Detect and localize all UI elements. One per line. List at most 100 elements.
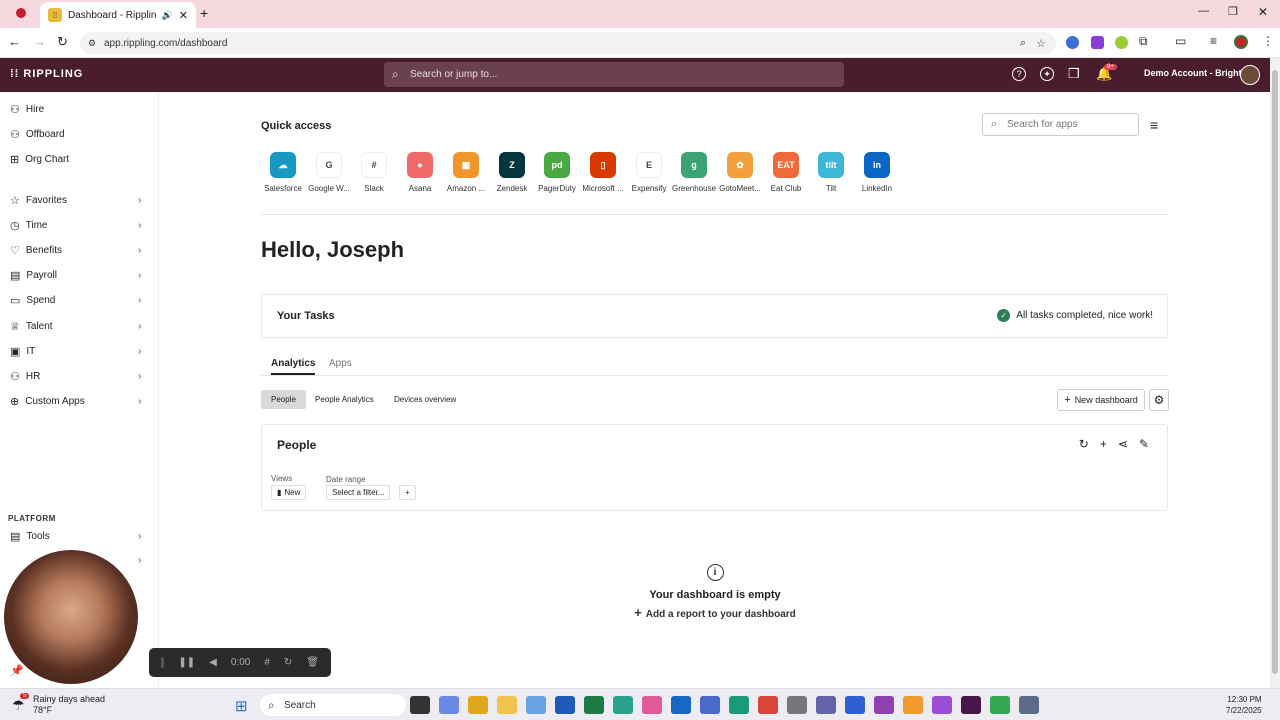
date-range-select[interactable]: Select a filter... <box>326 485 391 500</box>
forward-icon[interactable]: → <box>33 34 46 49</box>
copilot-icon[interactable] <box>439 696 459 714</box>
quick-access-app[interactable]: g Greenhouse <box>672 152 716 193</box>
sidebar-item-custom-apps[interactable]: ⊕ Custom Apps › <box>10 392 141 410</box>
quick-access-app[interactable]: tilt Tilt <box>809 152 853 193</box>
quick-access-app[interactable]: E Expensify <box>627 152 671 193</box>
address-bar[interactable]: ⚙ app.rippling.com/dashboard ⌕ ☆ <box>80 32 1056 54</box>
share-icon[interactable]: ⋖ <box>1118 437 1128 451</box>
browser-menu-icon[interactable]: ⋮ <box>1262 34 1274 48</box>
excel-icon[interactable] <box>584 696 604 714</box>
tab-analytics[interactable]: Analytics <box>271 358 316 375</box>
quick-access-app[interactable]: Z Zendesk <box>490 152 534 193</box>
sidebar-item-tools[interactable]: ▤ Tools › <box>10 527 141 545</box>
sidebar-item-org-chart[interactable]: ⊞ Org Chart <box>10 150 69 168</box>
pause-icon[interactable]: ❚❚ <box>178 657 195 668</box>
slack-icon[interactable] <box>961 696 981 714</box>
quick-access-app[interactable]: # Slack <box>352 152 396 193</box>
app-search-input[interactable]: ⌕ Search for apps <box>982 113 1139 136</box>
scrollbar-thumb[interactable] <box>1272 70 1278 674</box>
vscode-icon[interactable] <box>526 696 546 714</box>
quick-access-app[interactable]: ▯ Microsoft ... <box>581 152 625 193</box>
sidebar-item-offboard[interactable]: ⚇ Offboard <box>10 125 65 143</box>
new-tab-icon[interactable]: + <box>200 5 208 21</box>
app-pink-icon[interactable] <box>642 696 662 714</box>
close-window-icon[interactable]: ✕ <box>1258 5 1268 19</box>
taskbar-search[interactable]: ⌕ Search <box>260 694 406 716</box>
word-icon[interactable] <box>555 696 575 714</box>
subtab-people-analytics[interactable]: People Analytics <box>305 390 384 409</box>
back-icon[interactable]: ← <box>8 34 21 49</box>
quick-access-app[interactable]: pd PagerDuty <box>535 152 579 193</box>
global-search-input[interactable]: ⌕ Search or jump to... <box>384 62 844 87</box>
record-icon[interactable] <box>16 8 26 18</box>
grid-icon[interactable]: # <box>264 657 270 668</box>
new-view-button[interactable]: ▮ New <box>271 485 307 500</box>
refresh-icon[interactable]: ↻ <box>1079 437 1089 451</box>
quick-access-app[interactable]: ☁ Salesforce <box>261 152 305 193</box>
user-avatar[interactable] <box>1240 65 1260 85</box>
settings-app-icon[interactable] <box>700 696 720 714</box>
extension-meet-icon[interactable] <box>1091 36 1104 49</box>
quick-access-app[interactable]: ▦ Amazon ... <box>444 152 488 193</box>
chrome-active-icon[interactable] <box>990 696 1010 714</box>
sidebar-item-it[interactable]: ▣ IT › <box>10 342 141 360</box>
browser-tab[interactable]: ⁞⁞ Dashboard - Rippling 🔊 ✕ <box>40 2 196 28</box>
site-info-icon[interactable]: ⚙ <box>88 38 96 49</box>
sidebar-item-talent[interactable]: ♕ Talent › <box>10 317 141 335</box>
app-r-icon[interactable] <box>468 696 488 714</box>
sidebar-item-spend[interactable]: ▭ Spend › <box>10 291 141 309</box>
cast-icon[interactable]: ▭ <box>1175 34 1186 48</box>
quick-access-app[interactable]: in LinkedIn <box>855 152 899 193</box>
sidebar-item-time[interactable]: ◷ Time › <box>10 216 141 234</box>
chrome-icon[interactable] <box>758 696 778 714</box>
subtab-people[interactable]: People <box>261 390 306 409</box>
file-explorer-icon[interactable] <box>497 696 517 714</box>
app-orange-icon[interactable] <box>903 696 923 714</box>
chevron-right-icon[interactable]: › <box>138 555 141 566</box>
bookmark-star-icon[interactable]: ☆ <box>1036 37 1046 50</box>
outlook-icon[interactable] <box>671 696 691 714</box>
dashboard-settings-gear-icon[interactable]: ⚙ <box>1149 389 1169 411</box>
weather-widget[interactable]: Rainy days ahead 78°F <box>33 694 105 716</box>
onenote-icon[interactable] <box>874 696 894 714</box>
add-report-link[interactable]: + Add a report to your dashboard <box>580 605 850 620</box>
extension-pencil-icon[interactable] <box>1115 36 1128 49</box>
gear-settings-icon[interactable] <box>1019 696 1039 714</box>
pin-icon[interactable]: 📌 <box>10 664 24 677</box>
add-filter-plus-icon[interactable]: + <box>399 485 416 500</box>
app-purple-icon[interactable] <box>932 696 952 714</box>
restart-icon[interactable]: ↻ <box>284 657 292 668</box>
filter-icon[interactable]: ≡ <box>1150 117 1158 133</box>
minimize-icon[interactable]: — <box>1198 5 1209 17</box>
calculator-icon[interactable] <box>787 696 807 714</box>
account-switcher[interactable]: Demo Account - Bright ... <box>1144 68 1252 78</box>
zoom-icon[interactable]: ⌕ <box>1020 37 1026 50</box>
accessibility-icon[interactable]: ✦ <box>1040 67 1054 81</box>
edit-pencil-icon[interactable]: ✎ <box>1139 437 1149 451</box>
page-scrollbar[interactable] <box>1270 58 1280 688</box>
quick-access-app[interactable]: ● Asana <box>398 152 442 193</box>
restore-icon[interactable]: ❐ <box>1228 5 1238 18</box>
teams-icon[interactable] <box>816 696 836 714</box>
webcam-overlay[interactable] <box>4 550 138 684</box>
rewind-icon[interactable]: ◀ <box>209 657 217 668</box>
add-icon[interactable]: + <box>1100 437 1107 451</box>
sidebar-item-hr[interactable]: ⚇ HR › <box>10 367 141 385</box>
profile-icon[interactable] <box>1234 35 1248 49</box>
sidebar-item-benefits[interactable]: ♡ Benefits › <box>10 241 141 259</box>
quick-access-app[interactable]: ✿ GotoMeet... <box>718 152 762 193</box>
edge-icon[interactable] <box>729 696 749 714</box>
trash-icon[interactable]: 🗑 <box>306 657 319 668</box>
quick-access-app[interactable]: G Google W... <box>307 152 351 193</box>
sidebar-item-hire[interactable]: ⚇ Hire <box>10 100 44 118</box>
rippling-logo[interactable]: ⁞⁞ RIPPLING <box>10 68 83 80</box>
app-teal-icon[interactable] <box>613 696 633 714</box>
tab-apps[interactable]: Apps <box>329 358 352 369</box>
extension-1password-icon[interactable] <box>1066 36 1079 49</box>
windows-start-icon[interactable]: ⊞ <box>235 697 248 715</box>
subtab-devices-overview[interactable]: Devices overview <box>384 390 466 409</box>
onepassword-icon[interactable] <box>845 696 865 714</box>
weather-icon[interactable]: ☂ <box>12 697 25 714</box>
new-dashboard-button[interactable]: + New dashboard <box>1057 389 1145 411</box>
taskview-icon[interactable] <box>410 696 430 714</box>
